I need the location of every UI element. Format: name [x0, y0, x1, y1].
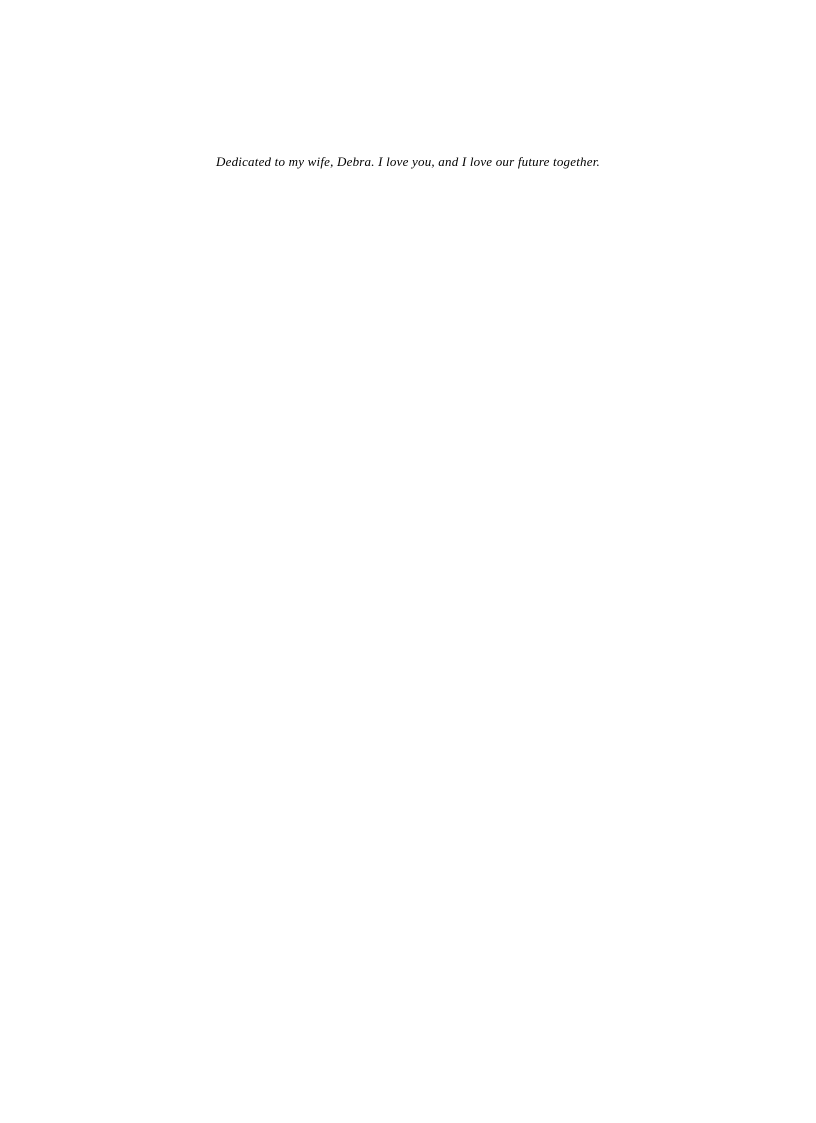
- document-page: Dedicated to my wife, Debra. I love you,…: [0, 0, 816, 1123]
- dedication-text: Dedicated to my wife, Debra. I love you,…: [0, 154, 816, 170]
